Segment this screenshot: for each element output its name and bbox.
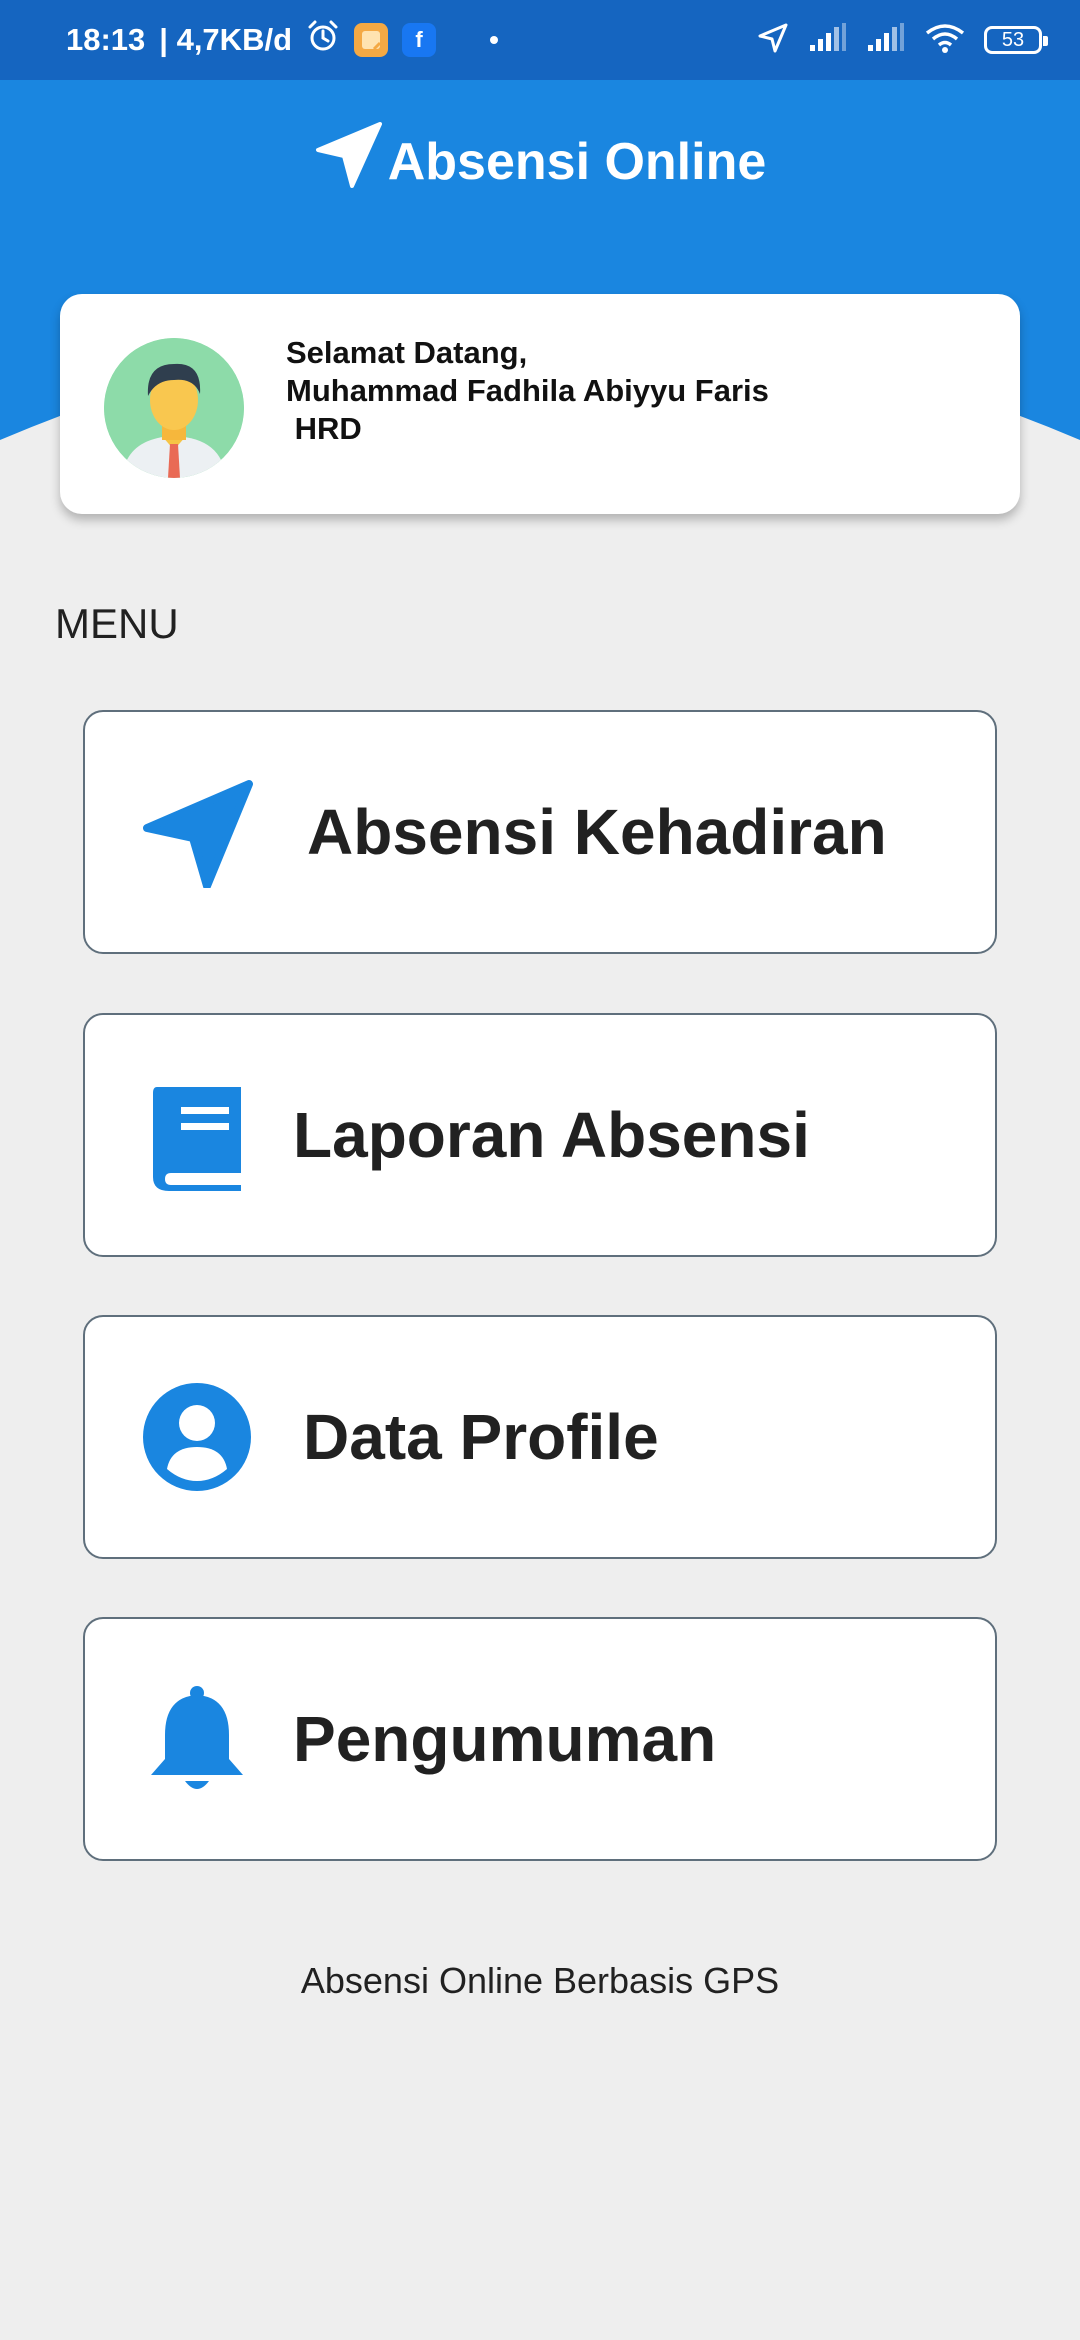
user-role: HRD bbox=[286, 411, 362, 446]
alarm-icon bbox=[306, 19, 340, 61]
menu-item-laporan-absensi[interactable]: Laporan Absensi bbox=[83, 1013, 997, 1257]
bell-icon bbox=[141, 1683, 253, 1795]
menu-heading: MENU bbox=[55, 600, 179, 647]
app-title-text: Absensi Online bbox=[387, 132, 767, 191]
notes-app-icon bbox=[354, 23, 389, 57]
welcome-card: Selamat Datang, Muhammad Fadhila Abiyyu … bbox=[60, 294, 1020, 514]
menu-item-label: Data Profile bbox=[303, 1401, 659, 1473]
app-title: Absensi Online bbox=[0, 120, 1080, 203]
menu-item-absensi-kehadiran[interactable]: Absensi Kehadiran bbox=[83, 710, 997, 954]
battery-icon: 53 bbox=[984, 26, 1048, 54]
menu-item-label: Absensi Kehadiran bbox=[307, 796, 887, 868]
menu-item-pengumuman[interactable]: Pengumuman bbox=[83, 1617, 997, 1861]
greeting-text: Selamat Datang, bbox=[286, 335, 528, 370]
menu-item-label: Laporan Absensi bbox=[293, 1099, 810, 1171]
status-network-speed: | 4,7KB/d bbox=[159, 22, 293, 57]
notification-dot-icon bbox=[490, 36, 499, 44]
welcome-text: Selamat Datang, Muhammad Fadhila Abiyyu … bbox=[286, 334, 769, 448]
signal-icon bbox=[866, 22, 906, 58]
status-left: 18:13 | 4,7KB/d f bbox=[66, 19, 499, 61]
navigation-arrow-icon bbox=[314, 120, 384, 203]
user-name: Muhammad Fadhila Abiyyu Faris bbox=[286, 373, 769, 408]
wifi-icon bbox=[924, 22, 966, 59]
signal-icon bbox=[808, 22, 848, 58]
status-bar: 18:13 | 4,7KB/d f 53 bbox=[0, 0, 1080, 80]
location-icon bbox=[756, 21, 790, 60]
facebook-icon: f bbox=[402, 23, 437, 57]
book-icon bbox=[141, 1079, 253, 1191]
menu-item-label: Pengumuman bbox=[293, 1703, 717, 1775]
footer-text: Absensi Online Berbasis GPS bbox=[300, 1960, 780, 2001]
menu-item-data-profile[interactable]: Data Profile bbox=[83, 1315, 997, 1559]
status-time: 18:13 bbox=[66, 22, 146, 57]
status-right: 53 bbox=[756, 21, 1048, 60]
avatar bbox=[104, 338, 244, 478]
user-circle-icon bbox=[141, 1381, 253, 1493]
navigation-arrow-icon bbox=[141, 776, 253, 890]
